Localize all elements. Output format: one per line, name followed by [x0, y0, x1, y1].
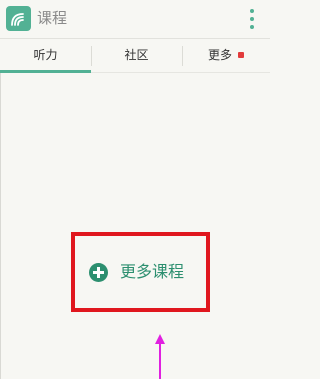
- tab-label: 社区: [124, 48, 149, 62]
- menu-dot: [250, 25, 254, 29]
- tab-label: 听力: [33, 48, 58, 62]
- page-title: 课程: [37, 9, 68, 27]
- tab-label: 更多: [207, 48, 232, 62]
- wifi-signal-icon: [11, 13, 24, 26]
- tab-more[interactable]: 更多: [182, 39, 270, 73]
- annotation-arrow-icon: [155, 334, 165, 379]
- app-header: 课程: [0, 0, 270, 38]
- app-logo: [6, 6, 31, 31]
- active-tab-indicator: [0, 70, 91, 73]
- tab-community[interactable]: 社区: [91, 39, 182, 73]
- menu-dot: [250, 17, 254, 21]
- more-courses-button[interactable]: 更多课程: [71, 232, 210, 312]
- overflow-menu-icon[interactable]: [247, 8, 257, 30]
- app-screen: 课程 听力 社区 更多 更多课程: [0, 0, 270, 379]
- plus-circle-icon: [89, 263, 108, 282]
- tab-bar: 听力 社区 更多: [0, 38, 270, 73]
- tab-listening[interactable]: 听力: [0, 39, 91, 73]
- more-courses-label: 更多课程: [120, 262, 185, 281]
- menu-dot: [250, 9, 254, 13]
- notification-badge: [238, 51, 244, 58]
